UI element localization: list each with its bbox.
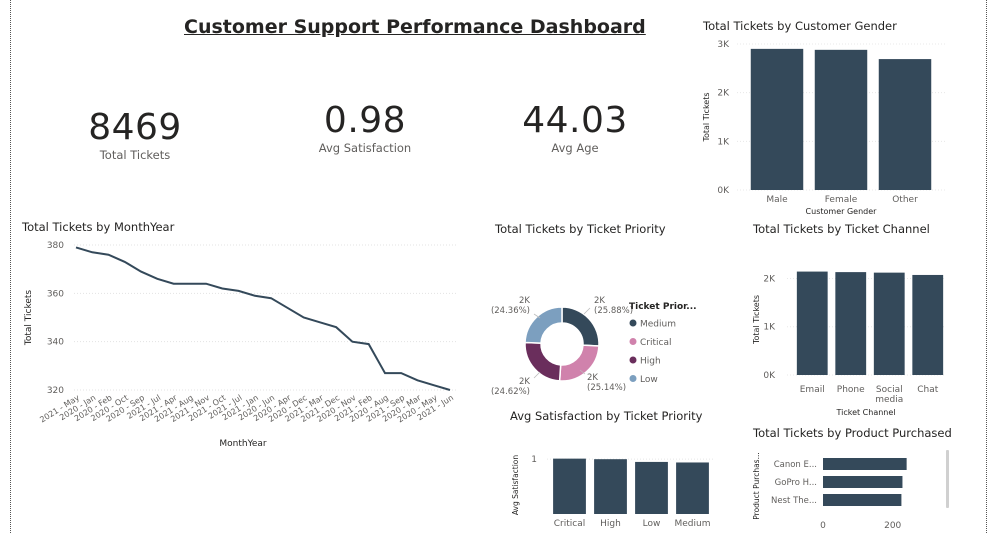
kpi-total-tickets[interactable]: 8469 Total Tickets — [70, 107, 200, 163]
monthyear-line-chart[interactable]: 3203403603802021 - May2020 - Jan2020 - F… — [18, 234, 463, 454]
channel-xtick-label: Email — [800, 385, 825, 395]
priority-percent-label: (25.88%) — [594, 306, 633, 316]
satisfaction-bar[interactable] — [594, 459, 627, 514]
kpi-total-tickets-label: Total Tickets — [99, 148, 171, 162]
satisfaction-xtick-label: Critical — [554, 519, 585, 529]
priority-legend-item[interactable]: Medium — [640, 320, 676, 330]
gender-bar-chart[interactable]: 0K 1K 2K 3K Male Female Other Customer Gender To… — [695, 34, 955, 218]
satisfaction-y-axis-title: Avg Satisfaction — [511, 455, 520, 516]
channel-ytick-label: 1K — [763, 323, 776, 333]
gender-chart-title: Total Tickets by Customer Gender — [703, 19, 897, 33]
product-bar-chart[interactable]: 0 200 Canon E... GoPro H... Nest The... Produ… — [748, 444, 958, 533]
product-bar[interactable] — [823, 476, 903, 488]
canvas-border-left — [10, 0, 11, 533]
product-chart-title: Total Tickets by Product Purchased — [753, 426, 952, 440]
product-ytick-label: Canon E... — [774, 460, 817, 470]
product-bar[interactable] — [823, 458, 907, 470]
priority-legend-marker — [629, 338, 637, 345]
channel-bar[interactable] — [796, 271, 828, 375]
gender-ytick-label: 3K — [717, 40, 730, 50]
gender-bar[interactable] — [814, 49, 868, 191]
gender-xtick-label: Other — [892, 195, 918, 205]
channel-bar[interactable] — [873, 272, 905, 375]
product-ytick-label: GoPro H... — [775, 478, 817, 488]
channel-xtick-label: Phone — [837, 385, 865, 395]
priority-percent-label: (24.62%) — [491, 387, 530, 397]
gender-bar[interactable] — [750, 48, 804, 190]
kpi-total-tickets-value: 8469 — [88, 107, 182, 148]
month-ytick-label: 340 — [47, 338, 64, 348]
product-bar[interactable] — [823, 494, 902, 506]
channel-xtick-label: Chat — [917, 385, 939, 395]
satisfaction-bar[interactable] — [676, 462, 709, 514]
gender-ytick-label: 0K — [717, 186, 730, 196]
month-ytick-label: 380 — [47, 241, 64, 251]
satisfaction-xtick-label: High — [600, 519, 621, 529]
kpi-avg-age-label: Avg Age — [551, 141, 599, 155]
satisfaction-chart-title: Avg Satisfaction by Ticket Priority — [510, 409, 703, 423]
satisfaction-ytick-label: 1 — [531, 455, 537, 465]
priority-legend-item[interactable]: Critical — [640, 338, 671, 348]
product-xtick-label: 200 — [884, 521, 901, 531]
channel-xtick-label: media — [875, 395, 903, 405]
channel-ytick-label: 0K — [763, 371, 776, 381]
kpi-avg-age[interactable]: 44.03 Avg Age — [510, 100, 640, 156]
priority-legend-item[interactable]: Low — [640, 375, 658, 385]
satisfaction-bar[interactable] — [553, 458, 586, 514]
channel-x-axis-title: Ticket Channel — [835, 408, 895, 417]
priority-slice[interactable] — [524, 306, 563, 344]
priority-donut-chart[interactable]: 2K(25.88%)2K(25.14%)2K(24.62%)2K(24.36%)… — [490, 286, 715, 398]
channel-y-axis-title: Total Tickets — [752, 295, 761, 345]
priority-chart-title: Total Tickets by Ticket Priority — [495, 222, 666, 236]
priority-legend-marker — [629, 319, 637, 327]
satisfaction-xtick-label: Medium — [675, 519, 711, 529]
channel-bar[interactable] — [912, 274, 944, 375]
dashboard-title: Customer Support Performance Dashboard — [184, 16, 646, 38]
satisfaction-bar[interactable] — [635, 461, 668, 514]
gender-x-axis-title: Customer Gender — [806, 207, 878, 216]
product-y-axis-title: Product Purchas... — [752, 452, 761, 519]
kpi-avg-age-value: 44.03 — [522, 100, 628, 141]
product-xtick-label: 0 — [820, 521, 826, 531]
kpi-avg-satisfaction-value: 0.98 — [323, 100, 407, 141]
gender-xtick-label: Male — [766, 195, 788, 205]
gender-xtick-label: Female — [825, 195, 858, 205]
month-series-line[interactable] — [75, 246, 451, 391]
month-y-axis-title: Total Tickets — [24, 290, 34, 347]
product-ytick-label: Nest The... — [771, 496, 817, 506]
satisfaction-bar-chart[interactable]: 1 Critical High Low Medium Avg Satisfaction — [505, 440, 720, 533]
product-scrollbar[interactable] — [946, 450, 949, 508]
gender-bar[interactable] — [878, 59, 932, 190]
channel-ytick-label: 2K — [763, 274, 776, 284]
priority-slice[interactable] — [524, 341, 562, 382]
canvas-border-right — [986, 0, 987, 533]
priority-legend-marker — [629, 356, 637, 364]
month-x-axis-title: MonthYear — [219, 439, 267, 449]
priority-percent-label: (24.36%) — [491, 306, 530, 316]
priority-legend-item[interactable]: High — [640, 357, 661, 367]
priority-legend-title: Ticket Prior... — [629, 302, 697, 312]
month-ytick-label: 360 — [47, 289, 64, 299]
priority-value-label: 2K — [519, 377, 530, 387]
priority-value-label: 2K — [587, 373, 598, 383]
monthyear-chart-title: Total Tickets by MonthYear — [22, 220, 175, 234]
gender-y-axis-title: Total Tickets — [702, 92, 711, 142]
priority-percent-label: (25.14%) — [587, 383, 626, 393]
priority-value-label: 2K — [594, 296, 605, 306]
priority-legend-marker — [629, 375, 637, 382]
channel-bar-chart[interactable]: 0K 1K 2K Email Phone Socialmedia Chat Ticket Ch… — [745, 258, 955, 420]
priority-leader-line — [533, 371, 541, 379]
kpi-avg-satisfaction[interactable]: 0.98 Avg Satisfaction — [300, 100, 430, 156]
gender-ytick-label: 1K — [717, 137, 730, 147]
month-ytick-label: 320 — [47, 386, 64, 396]
channel-chart-title: Total Tickets by Ticket Channel — [753, 222, 930, 236]
channel-xtick-label: Social — [876, 385, 903, 395]
satisfaction-xtick-label: Low — [643, 519, 661, 529]
priority-value-label: 2K — [519, 296, 530, 306]
kpi-avg-satisfaction-label: Avg Satisfaction — [318, 141, 412, 155]
gender-ytick-label: 2K — [717, 89, 730, 99]
priority-leader-line — [583, 307, 591, 315]
channel-bar[interactable] — [835, 272, 867, 375]
